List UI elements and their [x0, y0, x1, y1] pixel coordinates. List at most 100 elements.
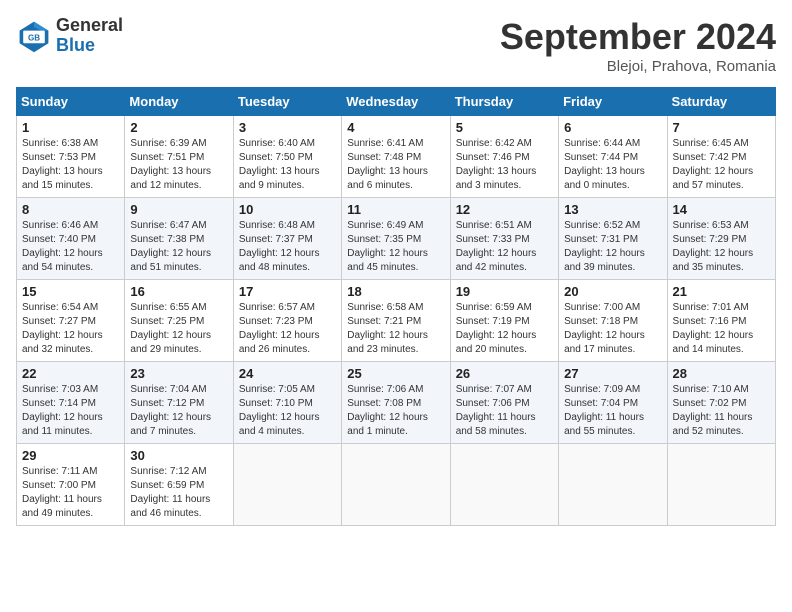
calendar-cell: 20 Sunrise: 7:00 AMSunset: 7:18 PMDayligh…: [559, 280, 667, 362]
calendar-cell: 22 Sunrise: 7:03 AMSunset: 7:14 PMDayligh…: [17, 362, 125, 444]
day-info: Sunrise: 6:55 AMSunset: 7:25 PMDaylight:…: [130, 301, 227, 357]
day-info: Sunrise: 6:59 AMSunset: 7:19 PMDaylight:…: [456, 301, 553, 357]
calendar-cell: 23 Sunrise: 7:04 AMSunset: 7:12 PMDayligh…: [125, 362, 233, 444]
location-subtitle: Blejoi, Prahova, Romania: [500, 58, 776, 75]
calendar-cell: 17Sunrise: 6:57 AMSunset: 7:23 PMDayligh…: [233, 280, 341, 362]
calendar-cell: 16 Sunrise: 6:55 AMSunset: 7:25 PMDayligh…: [125, 280, 233, 362]
logo-icon: GB: [16, 18, 52, 54]
day-number: 17: [239, 284, 336, 299]
calendar-cell: 13 Sunrise: 6:52 AMSunset: 7:31 PMDayligh…: [559, 198, 667, 280]
calendar-cell: 24 Sunrise: 7:05 AMSunset: 7:10 PMDayligh…: [233, 362, 341, 444]
day-info: Sunrise: 6:51 AMSunset: 7:33 PMDaylight:…: [456, 219, 553, 275]
day-info: Sunrise: 7:00 AMSunset: 7:18 PMDaylight:…: [564, 301, 661, 357]
day-number: 3: [239, 120, 336, 135]
day-number: 26: [456, 366, 553, 381]
calendar-cell: 7 Sunrise: 6:45 AMSunset: 7:42 PMDaylight…: [667, 116, 775, 198]
calendar-week-3: 15 Sunrise: 6:54 AMSunset: 7:27 PMDayligh…: [17, 280, 776, 362]
day-info: Sunrise: 6:41 AMSunset: 7:48 PMDaylight:…: [347, 137, 444, 193]
calendar-cell: 27Sunrise: 7:09 AMSunset: 7:04 PMDayligh…: [559, 362, 667, 444]
weekday-header-row: SundayMondayTuesdayWednesdayThursdayFrid…: [17, 88, 776, 116]
day-number: 10: [239, 202, 336, 217]
day-number: 5: [456, 120, 553, 135]
day-number: 29: [22, 448, 119, 463]
calendar-cell: 8 Sunrise: 6:46 AMSunset: 7:40 PMDaylight…: [17, 198, 125, 280]
logo-text: General Blue: [56, 16, 123, 56]
calendar-cell: 21 Sunrise: 7:01 AMSunset: 7:16 PMDayligh…: [667, 280, 775, 362]
day-number: 8: [22, 202, 119, 217]
page-header: GB General Blue September 2024 Blejoi, P…: [16, 16, 776, 75]
day-info: Sunrise: 6:52 AMSunset: 7:31 PMDaylight:…: [564, 219, 661, 275]
weekday-header-thursday: Thursday: [450, 88, 558, 116]
calendar-cell: 18Sunrise: 6:58 AMSunset: 7:21 PMDayligh…: [342, 280, 450, 362]
day-info: Sunrise: 6:54 AMSunset: 7:27 PMDaylight:…: [22, 301, 119, 357]
day-info: Sunrise: 7:03 AMSunset: 7:14 PMDaylight:…: [22, 383, 119, 439]
weekday-header-tuesday: Tuesday: [233, 88, 341, 116]
day-info: Sunrise: 6:45 AMSunset: 7:42 PMDaylight:…: [673, 137, 770, 193]
day-number: 13: [564, 202, 661, 217]
calendar-cell: [450, 444, 558, 526]
title-block: September 2024 Blejoi, Prahova, Romania: [500, 16, 776, 75]
day-number: 16: [130, 284, 227, 299]
day-info: Sunrise: 7:06 AMSunset: 7:08 PMDaylight:…: [347, 383, 444, 439]
logo: GB General Blue: [16, 16, 123, 56]
day-info: Sunrise: 6:46 AMSunset: 7:40 PMDaylight:…: [22, 219, 119, 275]
calendar-table: SundayMondayTuesdayWednesdayThursdayFrid…: [16, 87, 776, 526]
day-info: Sunrise: 7:10 AMSunset: 7:02 PMDaylight:…: [673, 383, 770, 439]
day-number: 20: [564, 284, 661, 299]
weekday-header-wednesday: Wednesday: [342, 88, 450, 116]
day-info: Sunrise: 7:04 AMSunset: 7:12 PMDaylight:…: [130, 383, 227, 439]
day-info: Sunrise: 7:01 AMSunset: 7:16 PMDaylight:…: [673, 301, 770, 357]
day-number: 27: [564, 366, 661, 381]
day-info: Sunrise: 7:07 AMSunset: 7:06 PMDaylight:…: [456, 383, 553, 439]
day-number: 21: [673, 284, 770, 299]
calendar-week-2: 8 Sunrise: 6:46 AMSunset: 7:40 PMDaylight…: [17, 198, 776, 280]
calendar-cell: 4Sunrise: 6:41 AMSunset: 7:48 PMDaylight…: [342, 116, 450, 198]
day-number: 18: [347, 284, 444, 299]
day-info: Sunrise: 6:49 AMSunset: 7:35 PMDaylight:…: [347, 219, 444, 275]
day-number: 14: [673, 202, 770, 217]
day-info: Sunrise: 6:38 AMSunset: 7:53 PMDaylight:…: [22, 137, 119, 193]
calendar-cell: 25Sunrise: 7:06 AMSunset: 7:08 PMDayligh…: [342, 362, 450, 444]
calendar-cell: 11 Sunrise: 6:49 AMSunset: 7:35 PMDayligh…: [342, 198, 450, 280]
weekday-header-friday: Friday: [559, 88, 667, 116]
day-number: 22: [22, 366, 119, 381]
calendar-cell: [342, 444, 450, 526]
day-info: Sunrise: 6:48 AMSunset: 7:37 PMDaylight:…: [239, 219, 336, 275]
day-info: Sunrise: 6:40 AMSunset: 7:50 PMDaylight:…: [239, 137, 336, 193]
calendar-cell: 30 Sunrise: 7:12 AMSunset: 6:59 PMDayligh…: [125, 444, 233, 526]
day-number: 11: [347, 202, 444, 217]
day-info: Sunrise: 6:42 AMSunset: 7:46 PMDaylight:…: [456, 137, 553, 193]
day-number: 19: [456, 284, 553, 299]
day-number: 9: [130, 202, 227, 217]
calendar-cell: 1Sunrise: 6:38 AMSunset: 7:53 PMDaylight…: [17, 116, 125, 198]
calendar-cell: [559, 444, 667, 526]
day-number: 24: [239, 366, 336, 381]
weekday-header-sunday: Sunday: [17, 88, 125, 116]
calendar-cell: 29 Sunrise: 7:11 AMSunset: 7:00 PMDayligh…: [17, 444, 125, 526]
svg-text:GB: GB: [28, 33, 40, 42]
calendar-cell: 28Sunrise: 7:10 AMSunset: 7:02 PMDayligh…: [667, 362, 775, 444]
day-info: Sunrise: 6:39 AMSunset: 7:51 PMDaylight:…: [130, 137, 227, 193]
day-info: Sunrise: 7:12 AMSunset: 6:59 PMDaylight:…: [130, 465, 227, 521]
calendar-cell: 19 Sunrise: 6:59 AMSunset: 7:19 PMDayligh…: [450, 280, 558, 362]
calendar-week-5: 29 Sunrise: 7:11 AMSunset: 7:00 PMDayligh…: [17, 444, 776, 526]
day-info: Sunrise: 6:44 AMSunset: 7:44 PMDaylight:…: [564, 137, 661, 193]
day-info: Sunrise: 7:05 AMSunset: 7:10 PMDaylight:…: [239, 383, 336, 439]
day-number: 30: [130, 448, 227, 463]
weekday-header-monday: Monday: [125, 88, 233, 116]
day-number: 2: [130, 120, 227, 135]
day-info: Sunrise: 6:53 AMSunset: 7:29 PMDaylight:…: [673, 219, 770, 275]
weekday-header-saturday: Saturday: [667, 88, 775, 116]
calendar-cell: 3 Sunrise: 6:40 AMSunset: 7:50 PMDaylight…: [233, 116, 341, 198]
calendar-cell: 5 Sunrise: 6:42 AMSunset: 7:46 PMDaylight…: [450, 116, 558, 198]
day-number: 15: [22, 284, 119, 299]
day-number: 7: [673, 120, 770, 135]
month-title: September 2024: [500, 16, 776, 58]
day-number: 23: [130, 366, 227, 381]
day-info: Sunrise: 6:47 AMSunset: 7:38 PMDaylight:…: [130, 219, 227, 275]
day-info: Sunrise: 7:11 AMSunset: 7:00 PMDaylight:…: [22, 465, 119, 521]
calendar-week-1: 1Sunrise: 6:38 AMSunset: 7:53 PMDaylight…: [17, 116, 776, 198]
calendar-cell: 15 Sunrise: 6:54 AMSunset: 7:27 PMDayligh…: [17, 280, 125, 362]
calendar-cell: 10 Sunrise: 6:48 AMSunset: 7:37 PMDayligh…: [233, 198, 341, 280]
calendar-week-4: 22 Sunrise: 7:03 AMSunset: 7:14 PMDayligh…: [17, 362, 776, 444]
